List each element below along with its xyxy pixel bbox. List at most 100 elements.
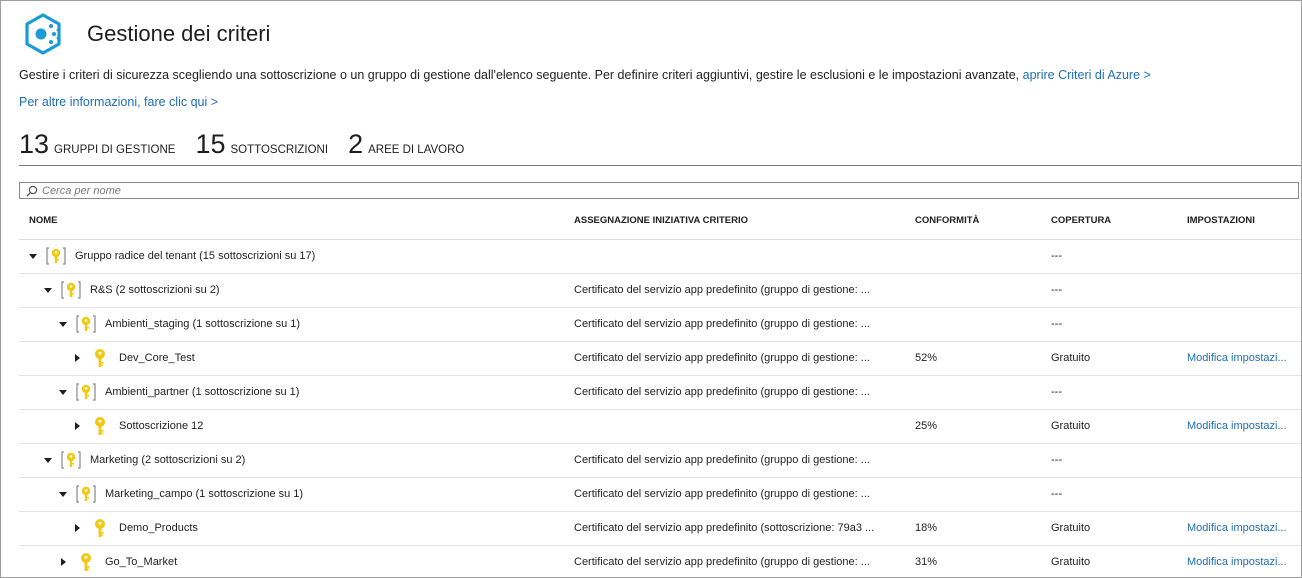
coverage-cell: Gratuito xyxy=(1051,556,1091,568)
page-header: Gestione dei criteri xyxy=(21,11,270,57)
description-text: Gestire i criteri di sicurezza scegliend… xyxy=(19,68,1020,82)
coverage-cell: --- xyxy=(1051,250,1062,262)
row-name[interactable]: Marketing_campo (1 sottoscrizione su 1) xyxy=(105,488,303,500)
subscription-key-icon xyxy=(75,551,97,573)
stat-label: GRUPPI DI GESTIONE xyxy=(54,144,176,156)
row-name-cell: Sottoscrizione 12 xyxy=(71,415,203,437)
compliance-cell: 31% xyxy=(915,556,938,568)
policy-assignment-cell: Certificato del servizio app predefinito… xyxy=(574,318,870,330)
policy-management-pane: Gestione dei criteri Gestire i criteri d… xyxy=(0,0,1302,578)
coverage-cell: Gratuito xyxy=(1051,522,1091,534)
row-name[interactable]: Dev_Core_Test xyxy=(119,352,195,364)
table-header: NOME ASSEGNAZIONE INIZIATIVA CRITERIO CO… xyxy=(19,205,1301,240)
subscription-row[interactable]: Sottoscrizione 12 25% Gratuito Modifica imp… xyxy=(19,410,1301,444)
policy-assignment-cell: Certificato del servizio app predefinito… xyxy=(574,386,870,398)
row-name[interactable]: Demo_Products xyxy=(119,522,198,534)
row-name[interactable]: Sottoscrizione 12 xyxy=(119,420,203,432)
management-group-row[interactable]: Marketing (2 sottoscrizioni su 2) Certifi… xyxy=(19,444,1301,478)
row-name-cell: Dev_Core_Test xyxy=(71,347,195,369)
stat-count: 15 xyxy=(195,129,226,159)
coverage-cell: --- xyxy=(1051,284,1062,296)
compliance-cell: 18% xyxy=(915,522,938,534)
row-name-cell: Marketing (2 sottoscrizioni su 2) xyxy=(42,449,245,471)
row-name-cell: Marketing_campo (1 sottoscrizione su 1) xyxy=(57,483,303,505)
column-header-name[interactable]: NOME xyxy=(29,215,58,226)
caret-right-icon[interactable] xyxy=(57,556,69,568)
stat-label: AREE DI LAVORO xyxy=(368,144,465,156)
stat-management-groups: 13 GRUPPI DI GESTIONE xyxy=(19,129,175,160)
management-group-row[interactable]: Gruppo radice del tenant (15 sottoscrizi… xyxy=(19,240,1301,274)
edit-settings-link[interactable]: Modifica impostazi... xyxy=(1187,556,1287,568)
coverage-cell: Gratuito xyxy=(1051,352,1091,364)
page-title: Gestione dei criteri xyxy=(87,21,271,46)
caret-down-icon[interactable] xyxy=(57,318,69,330)
row-name[interactable]: Go_To_Market xyxy=(105,556,177,568)
stat-workspaces: 2 AREE DI LAVORO xyxy=(348,129,464,160)
row-name[interactable]: Ambienti_staging (1 sottoscrizione su 1) xyxy=(105,318,300,330)
coverage-cell: --- xyxy=(1051,454,1062,466)
management-group-row[interactable]: Ambienti_staging (1 sottoscrizione su 1)… xyxy=(19,308,1301,342)
row-name-cell: Ambienti_staging (1 sottoscrizione su 1) xyxy=(57,313,300,335)
management-group-icon xyxy=(45,245,67,267)
compliance-cell: 52% xyxy=(915,352,938,364)
subscription-row[interactable]: Demo_Products Certificato del servizio ap… xyxy=(19,512,1301,546)
caret-right-icon[interactable] xyxy=(71,420,83,432)
management-group-icon xyxy=(60,449,82,471)
subscription-row[interactable]: Go_To_Market Certificato del servizio app… xyxy=(19,546,1301,577)
column-header-assignment[interactable]: ASSEGNAZIONE INIZIATIVA CRITERIO xyxy=(574,215,748,226)
caret-down-icon[interactable] xyxy=(57,386,69,398)
coverage-cell: --- xyxy=(1051,318,1062,330)
column-header-compliance[interactable]: CONFORMITÀ xyxy=(915,215,979,226)
column-header-coverage[interactable]: COPERTURA xyxy=(1051,215,1111,226)
stats-divider xyxy=(19,165,1301,166)
policy-assignment-cell: Certificato del servizio app predefinito… xyxy=(574,284,870,296)
management-group-icon xyxy=(60,279,82,301)
management-group-row[interactable]: R&S (2 sottoscrizioni su 2) Certificato d… xyxy=(19,274,1301,308)
stat-label: SOTTOSCRIZIONI xyxy=(230,144,329,156)
edit-settings-link[interactable]: Modifica impostazi... xyxy=(1187,522,1287,534)
search-box[interactable] xyxy=(19,182,1299,199)
management-group-row[interactable]: Marketing_campo (1 sottoscrizione su 1) C… xyxy=(19,478,1301,512)
search-icon xyxy=(26,185,38,196)
stat-subscriptions: 15 SOTTOSCRIZIONI xyxy=(195,129,328,160)
caret-right-icon[interactable] xyxy=(71,522,83,534)
policy-assignment-cell: Certificato del servizio app predefinito… xyxy=(574,454,870,466)
row-name[interactable]: R&S (2 sottoscrizioni su 2) xyxy=(90,284,220,296)
coverage-cell: Gratuito xyxy=(1051,420,1091,432)
subscription-key-icon xyxy=(89,415,111,437)
open-azure-policy-link[interactable]: aprire Criteri di Azure > xyxy=(1023,68,1151,82)
caret-down-icon[interactable] xyxy=(42,454,54,466)
row-name-cell: Go_To_Market xyxy=(57,551,177,573)
search-input[interactable] xyxy=(42,184,1242,197)
coverage-cell: --- xyxy=(1051,386,1062,398)
more-info-link[interactable]: Per altre informazioni, fare clic qui > xyxy=(19,95,218,109)
stat-count: 13 xyxy=(19,129,50,159)
row-name[interactable]: Marketing (2 sottoscrizioni su 2) xyxy=(90,454,245,466)
subscription-key-icon xyxy=(89,347,111,369)
subscription-row[interactable]: Dev_Core_Test Certificato del servizio ap… xyxy=(19,342,1301,376)
row-name[interactable]: Ambienti_partner (1 sottoscrizione su 1) xyxy=(105,386,299,398)
policy-assignment-cell: Certificato del servizio app predefinito… xyxy=(574,488,870,500)
row-name-cell: Ambienti_partner (1 sottoscrizione su 1) xyxy=(57,381,299,403)
summary-stats: 13 GRUPPI DI GESTIONE 15 SOTTOSCRIZIONI … xyxy=(19,129,484,160)
compliance-cell: 25% xyxy=(915,420,938,432)
subscription-key-icon xyxy=(89,517,111,539)
management-group-row[interactable]: Ambienti_partner (1 sottoscrizione su 1)… xyxy=(19,376,1301,410)
security-center-icon xyxy=(25,13,61,55)
more-info-row: Per altre informazioni, fare clic qui > xyxy=(19,95,218,109)
coverage-cell: --- xyxy=(1051,488,1062,500)
edit-settings-link[interactable]: Modifica impostazi... xyxy=(1187,352,1287,364)
page-description: Gestire i criteri di sicurezza scegliend… xyxy=(19,68,1151,82)
edit-settings-link[interactable]: Modifica impostazi... xyxy=(1187,420,1287,432)
caret-down-icon[interactable] xyxy=(42,284,54,296)
management-group-icon xyxy=(75,483,97,505)
row-name[interactable]: Gruppo radice del tenant (15 sottoscrizi… xyxy=(75,250,315,262)
caret-right-icon[interactable] xyxy=(71,352,83,364)
column-header-settings[interactable]: IMPOSTAZIONI xyxy=(1187,215,1255,226)
caret-down-icon[interactable] xyxy=(57,488,69,500)
row-name-cell: Demo_Products xyxy=(71,517,198,539)
caret-down-icon[interactable] xyxy=(27,250,39,262)
policy-assignment-cell: Certificato del servizio app predefinito… xyxy=(574,522,875,534)
management-group-icon xyxy=(75,381,97,403)
row-name-cell: Gruppo radice del tenant (15 sottoscrizi… xyxy=(27,245,315,267)
